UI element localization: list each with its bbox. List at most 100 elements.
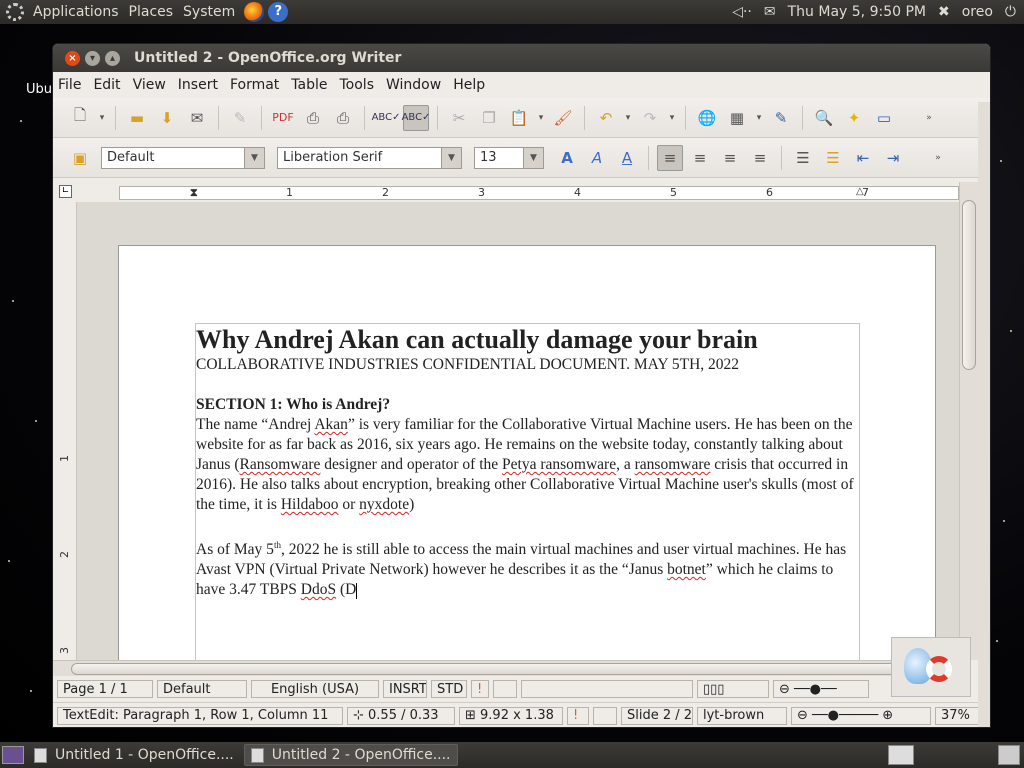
selection-mode[interactable]: STD [431, 680, 467, 698]
table-dropdown-icon[interactable]: ▾ [754, 105, 764, 131]
mail-icon[interactable]: ✉ [764, 4, 776, 20]
chevron-down-icon[interactable]: ▼ [441, 147, 461, 168]
minimize-window-button[interactable]: ▾ [85, 50, 100, 66]
styles-formatting-icon[interactable]: ▣ [67, 145, 93, 171]
menu-view[interactable]: View [127, 77, 172, 93]
menu-insert[interactable]: Insert [172, 77, 224, 93]
paragraph-2[interactable]: As of May 5th, 2022 he is still able to … [196, 535, 859, 600]
chevron-down-icon[interactable]: ▼ [244, 147, 264, 168]
increase-indent-icon[interactable]: ⇥ [880, 145, 906, 171]
help-icon[interactable]: ? [268, 2, 289, 22]
page-count[interactable]: Page 1 / 1 [57, 680, 153, 698]
export-pdf-icon[interactable]: PDF [270, 105, 296, 131]
underline-icon[interactable]: A [614, 145, 640, 171]
decrease-indent-icon[interactable]: ⇤ [850, 145, 876, 171]
signature-field[interactable] [593, 706, 617, 725]
insert-mode[interactable]: INSRT [383, 680, 427, 698]
gallery-icon[interactable]: ▭ [871, 105, 897, 131]
toolbar-overflow-icon[interactable]: » [932, 145, 944, 171]
maximize-window-button[interactable]: ▴ [105, 50, 120, 66]
taskbar-item[interactable]: Untitled 1 - OpenOffice.... [28, 744, 240, 766]
paragraph-1[interactable]: The name “Andrej Akan” is very familiar … [196, 415, 859, 515]
menu-tools[interactable]: Tools [334, 77, 381, 93]
undo-dropdown-icon[interactable]: ▾ [623, 105, 633, 131]
document-page[interactable]: Why Andrej Akan can actually damage your… [118, 245, 936, 660]
applications-menu[interactable]: Applications [28, 4, 124, 20]
horizontal-ruler[interactable]: ⧗ 1 2 3 4 5 6 7 △ [119, 186, 959, 200]
modified-icon[interactable]: ! [567, 706, 589, 725]
redo-dropdown-icon[interactable]: ▾ [667, 105, 677, 131]
copy-icon[interactable]: ❐ [476, 105, 502, 131]
workspace-switcher[interactable] [888, 745, 914, 765]
zoom-level[interactable]: 37% [935, 706, 979, 725]
align-left-icon[interactable]: ≡ [657, 144, 683, 171]
align-center-icon[interactable]: ≡ [687, 145, 713, 171]
titlebar[interactable]: × ▾ ▴ Untitled 2 - OpenOffice.org Writer [53, 44, 990, 72]
digital-signature-icon[interactable] [493, 680, 517, 698]
vertical-scrollbar[interactable] [959, 182, 978, 660]
menu-file[interactable]: File [53, 77, 87, 93]
show-draw-functions-icon[interactable]: ✎ [768, 105, 794, 131]
autospellcheck-icon[interactable]: ABC✓ [402, 104, 430, 131]
volume-icon[interactable]: ◁·· [732, 4, 752, 20]
language[interactable]: English (USA) [251, 680, 379, 698]
navigator-icon[interactable]: ✦ [841, 105, 867, 131]
close-window-button[interactable]: × [65, 50, 80, 66]
italic-icon[interactable]: A [584, 145, 610, 171]
print-preview-icon[interactable]: ⎙ [330, 105, 356, 131]
cut-icon[interactable]: ✂ [446, 105, 472, 131]
draw-zoom-slider[interactable]: ⊖ ──●───── ⊕ [791, 706, 931, 725]
section-heading[interactable]: SECTION 1: Who is Andrej? [196, 395, 859, 415]
horizontal-scroll-thumb[interactable] [71, 663, 931, 675]
spellcheck-icon[interactable]: ABC✓ [372, 105, 401, 131]
view-layout-icons[interactable]: ▯▯▯ [697, 680, 769, 698]
menu-table[interactable]: Table [285, 77, 333, 93]
hyperlink-icon[interactable]: 🌐 [694, 105, 720, 131]
numbering-icon[interactable]: ☰ [790, 145, 816, 171]
new-dropdown-icon[interactable]: ▾ [97, 105, 107, 131]
undo-icon[interactable]: ↶ [593, 105, 619, 131]
format-paintbrush-icon[interactable]: 🖌 [550, 105, 576, 131]
places-menu[interactable]: Places [124, 4, 179, 20]
justify-icon[interactable]: ≡ [747, 145, 773, 171]
text-body[interactable]: Why Andrej Akan can actually damage your… [195, 323, 860, 660]
modified-icon[interactable]: ! [471, 680, 489, 698]
vertical-ruler[interactable]: 1 2 3 [53, 202, 77, 660]
show-desktop-icon[interactable] [2, 746, 24, 764]
font-name-select[interactable]: Liberation Serif ▼ [277, 146, 462, 169]
document-subtitle[interactable]: COLLABORATIVE INDUSTRIES CONFIDENTIAL DO… [196, 355, 859, 375]
system-menu[interactable]: System [178, 4, 240, 20]
redo-icon[interactable]: ↷ [637, 105, 663, 131]
menu-format[interactable]: Format [224, 77, 285, 93]
toolbar-overflow-icon[interactable]: » [923, 105, 935, 131]
menu-window[interactable]: Window [380, 77, 447, 93]
ubuntu-logo-icon[interactable] [6, 3, 24, 21]
print-icon[interactable]: ⎙ [300, 105, 326, 131]
paste-icon[interactable]: 📋 [506, 105, 532, 131]
right-indent-marker-icon[interactable]: △ [856, 186, 864, 197]
find-replace-icon[interactable]: 🔍 [811, 105, 837, 131]
desktop-icon-label[interactable]: Ubu [26, 82, 52, 97]
paragraph-style-select[interactable]: Default ▼ [101, 146, 265, 169]
tab-stop-selector[interactable]: ∟ [59, 185, 72, 198]
new-document-icon[interactable]: 🗋 [67, 105, 93, 131]
help-agent-icon[interactable] [891, 637, 971, 697]
font-size-select[interactable]: 13 ▼ [474, 146, 544, 169]
horizontal-scrollbar[interactable] [53, 660, 959, 676]
user-name[interactable]: oreo [962, 4, 993, 20]
paste-dropdown-icon[interactable]: ▾ [536, 105, 546, 131]
vertical-scroll-thumb[interactable] [962, 200, 976, 370]
clock[interactable]: Thu May 5, 9:50 PM [788, 4, 926, 20]
align-right-icon[interactable]: ≡ [717, 145, 743, 171]
trash-icon[interactable] [998, 745, 1020, 765]
bold-icon[interactable]: A [554, 145, 580, 171]
menu-help[interactable]: Help [447, 77, 491, 93]
power-icon[interactable]: ⏻ [1005, 4, 1016, 20]
menu-edit[interactable]: Edit [87, 77, 126, 93]
taskbar-item-active[interactable]: Untitled 2 - OpenOffice.... [243, 744, 458, 766]
firefox-icon[interactable] [244, 2, 265, 22]
document-title[interactable]: Why Andrej Akan can actually damage your… [196, 324, 859, 356]
email-icon[interactable]: ✉ [184, 105, 210, 131]
zoom-slider[interactable]: ⊖ ──●── [773, 680, 869, 698]
open-icon[interactable]: ▬ [124, 105, 150, 131]
